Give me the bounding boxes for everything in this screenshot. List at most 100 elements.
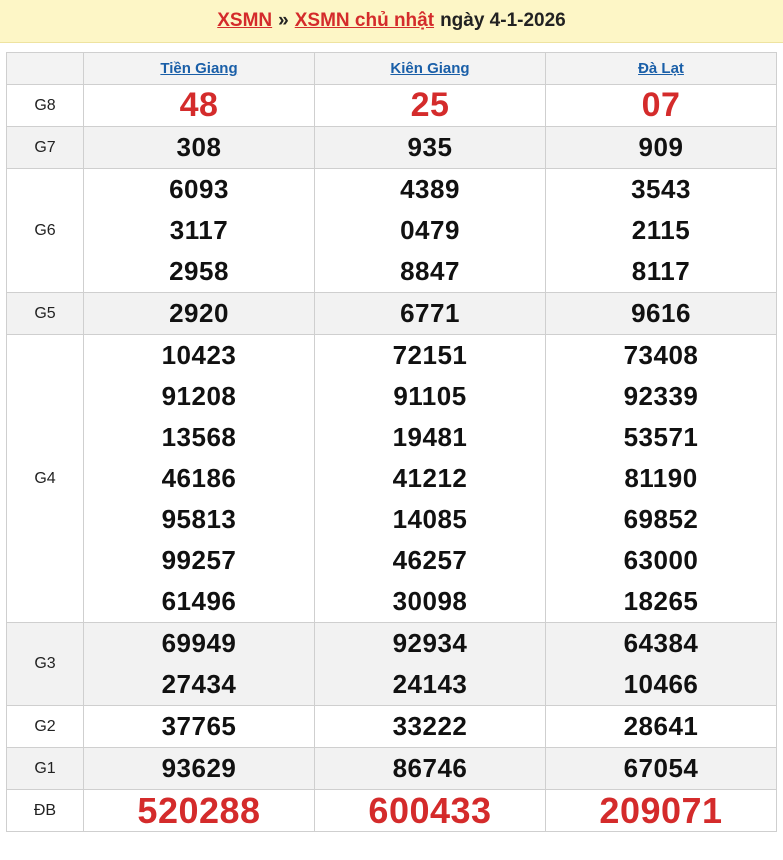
prize-cell: 33222 <box>314 705 546 748</box>
prize-number: 0479 <box>400 215 460 245</box>
prize-number: 67054 <box>623 753 699 783</box>
prize-number: 73408 <box>623 340 699 370</box>
province-link-kien-giang[interactable]: Kiên Giang <box>390 60 469 77</box>
province-link-tien-giang[interactable]: Tiền Giang <box>160 60 237 77</box>
prize-number: 308 <box>176 132 222 162</box>
prize-cell: 6771 <box>314 292 546 335</box>
prize-label: ĐB <box>6 789 84 832</box>
prize-number: 2920 <box>169 298 229 328</box>
prize-number: 25 <box>410 86 450 124</box>
prize-number: 91105 <box>393 381 467 411</box>
prize-cell: 6093 3117 2958 <box>83 168 315 293</box>
prize-number: 69949 <box>161 628 237 658</box>
prize-label: G5 <box>6 292 84 335</box>
prize-number: 91208 <box>161 381 237 411</box>
page-header: XSMN » XSMN chủ nhật ngày 4-1-2026 <box>0 0 783 43</box>
prize-number: 6093 <box>169 174 229 204</box>
prize-number: 46257 <box>392 545 468 575</box>
prize-cell: 73408 92339 53571 81190 69852 63000 18265 <box>545 334 777 623</box>
province-link-da-lat[interactable]: Đà Lạt <box>638 60 684 77</box>
prize-cell: 69949 27434 <box>83 622 315 706</box>
prize-number: 46186 <box>161 463 237 493</box>
prize-number: 10466 <box>623 669 699 699</box>
prize-number: 81190 <box>624 463 698 493</box>
prize-number: 10423 <box>161 340 237 370</box>
prize-number: 600433 <box>368 790 492 831</box>
prize-number: 99257 <box>161 545 237 575</box>
prize-row-db: ĐB 520288 600433 209071 <box>6 789 777 832</box>
corner-cell <box>6 52 84 85</box>
prize-number: 3543 <box>631 174 691 204</box>
results-table: Tiền Giang Kiên Giang Đà Lạt G8 48 25 07 G7 3… <box>6 52 777 832</box>
prize-number: 8117 <box>631 256 691 286</box>
prize-number: 86746 <box>392 753 468 783</box>
prize-cell: 72151 91105 19481 41212 14085 46257 30098 <box>314 334 546 623</box>
prize-label: G6 <box>6 168 84 293</box>
prize-number: 24143 <box>392 669 468 699</box>
prize-cell: 37765 <box>83 705 315 748</box>
prize-cell: 9616 <box>545 292 777 335</box>
prize-cell: 209071 <box>545 789 777 832</box>
prize-number: 19481 <box>392 422 468 452</box>
prize-number: 4389 <box>400 174 460 204</box>
prize-cell: 86746 <box>314 747 546 790</box>
prize-number: 63000 <box>623 545 699 575</box>
prize-cell: 909 <box>545 126 777 169</box>
prize-row-g4: G4 10423 91208 13568 46186 95813 99257 61496 721… <box>6 334 777 623</box>
prize-number: 33222 <box>392 711 468 741</box>
xsmn-sunday-link[interactable]: XSMN chủ nhật <box>295 10 434 32</box>
prize-number: 07 <box>641 86 681 124</box>
prize-cell: 28641 <box>545 705 777 748</box>
prize-number: 8847 <box>400 256 460 286</box>
prize-row-g3: G3 69949 27434 92934 24143 64384 10466 <box>6 622 777 706</box>
prize-number: 93629 <box>161 753 237 783</box>
prize-cell: 10423 91208 13568 46186 95813 99257 61496 <box>83 334 315 623</box>
prize-number: 72151 <box>392 340 468 370</box>
prize-number: 3117 <box>169 215 229 245</box>
province-header-row: Tiền Giang Kiên Giang Đà Lạt <box>6 52 777 85</box>
prize-number: 64384 <box>623 628 699 658</box>
prize-number: 13568 <box>161 422 237 452</box>
prize-row-g2: G2 37765 33222 28641 <box>6 705 777 748</box>
prize-number: 61496 <box>161 586 237 616</box>
prize-number: 9616 <box>631 298 691 328</box>
prize-cell: 92934 24143 <box>314 622 546 706</box>
prize-number: 935 <box>407 132 453 162</box>
prize-label: G8 <box>6 84 84 127</box>
prize-cell: 520288 <box>83 789 315 832</box>
prize-label: G1 <box>6 747 84 790</box>
prize-number: 520288 <box>137 790 261 831</box>
prize-number: 28641 <box>623 711 699 741</box>
prize-cell: 308 <box>83 126 315 169</box>
prize-number: 92934 <box>392 628 468 658</box>
province-header-cell: Tiền Giang <box>83 52 315 85</box>
prize-number: 27434 <box>161 669 237 699</box>
prize-number: 69852 <box>623 504 699 534</box>
prize-cell: 93629 <box>83 747 315 790</box>
xsmn-link[interactable]: XSMN <box>217 10 272 32</box>
prize-cell: 4389 0479 8847 <box>314 168 546 293</box>
draw-date: ngày 4-1-2026 <box>440 10 566 31</box>
prize-cell: 25 <box>314 84 546 127</box>
prize-number: 95813 <box>161 504 237 534</box>
prize-number: 48 <box>179 86 219 124</box>
prize-number: 53571 <box>623 422 699 452</box>
prize-number: 18265 <box>623 586 699 616</box>
prize-cell: 07 <box>545 84 777 127</box>
prize-label: G7 <box>6 126 84 169</box>
prize-number: 30098 <box>392 586 468 616</box>
prize-cell: 67054 <box>545 747 777 790</box>
prize-cell: 935 <box>314 126 546 169</box>
prize-cell: 64384 10466 <box>545 622 777 706</box>
province-header-cell: Đà Lạt <box>545 52 777 85</box>
prize-number: 37765 <box>161 711 237 741</box>
prize-number: 2958 <box>169 256 229 286</box>
prize-label: G2 <box>6 705 84 748</box>
prize-row-g1: G1 93629 86746 67054 <box>6 747 777 790</box>
prize-label: G3 <box>6 622 84 706</box>
prize-number: 209071 <box>599 790 723 831</box>
prize-number: 909 <box>638 132 684 162</box>
prize-cell: 600433 <box>314 789 546 832</box>
prize-number: 14085 <box>392 504 468 534</box>
prize-cell: 2920 <box>83 292 315 335</box>
